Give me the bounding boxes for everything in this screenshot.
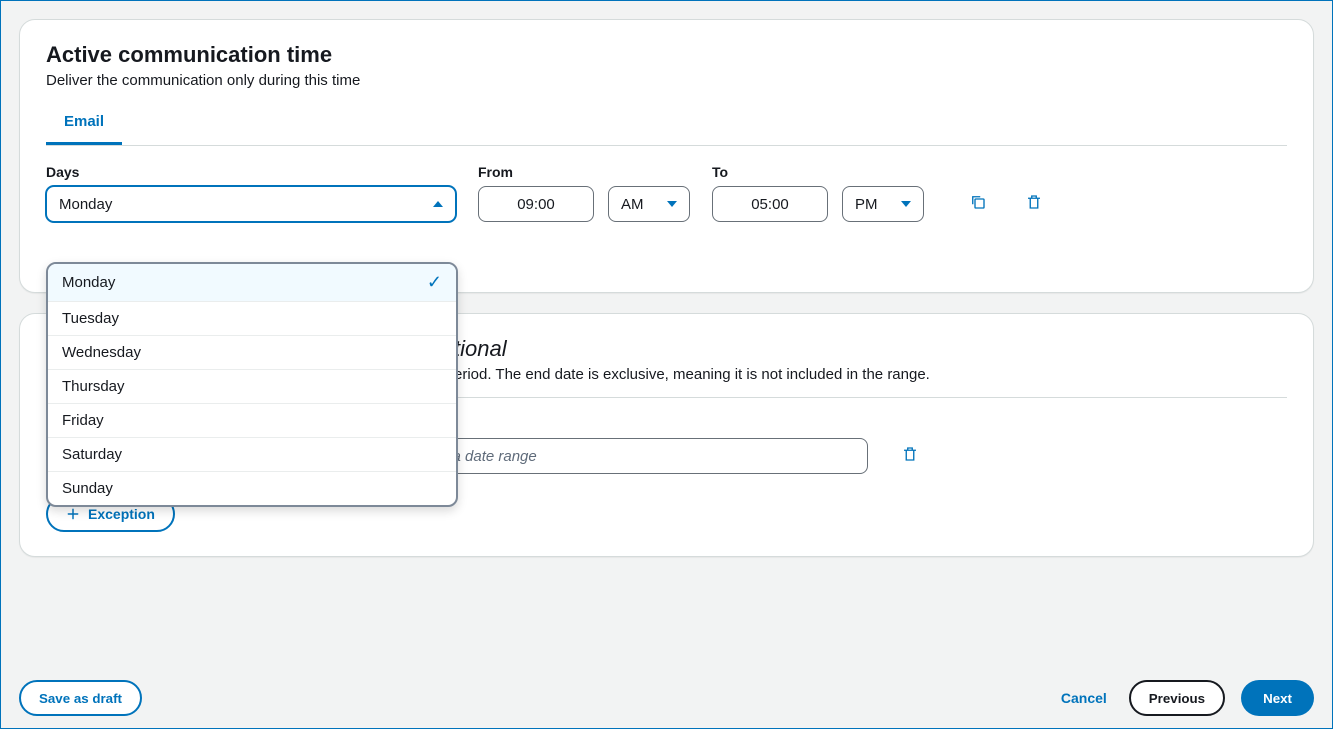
from-ampm-select[interactable]: AM (608, 186, 690, 222)
trash-icon[interactable] (1020, 188, 1048, 216)
to-field: To 05:00 PM (712, 164, 924, 222)
check-icon: ✓ (427, 272, 442, 293)
to-ampm-select[interactable]: PM (842, 186, 924, 222)
previous-button[interactable]: Previous (1129, 680, 1225, 716)
cancel-button[interactable]: Cancel (1055, 682, 1113, 714)
from-time-input[interactable]: 09:00 (478, 186, 594, 222)
next-button[interactable]: Next (1241, 680, 1314, 716)
copy-icon[interactable] (964, 188, 992, 216)
save-as-draft-button[interactable]: Save as draft (19, 680, 142, 716)
days-field: Days Monday (46, 164, 456, 222)
days-option[interactable]: Friday (48, 403, 456, 437)
days-option[interactable]: Tuesday (48, 301, 456, 335)
days-option[interactable]: Saturday (48, 437, 456, 471)
time-row: Days Monday From 09:00 AM To (46, 164, 1287, 222)
days-select[interactable]: Monday (46, 186, 456, 222)
from-field: From 09:00 AM (478, 164, 690, 222)
channel-tabs: Email (46, 103, 1287, 146)
days-option[interactable]: Thursday (48, 369, 456, 403)
to-label: To (712, 164, 924, 180)
card-description: Deliver the communication only during th… (46, 72, 1287, 89)
card2-description: eriod. The end date is exclusive, meanin… (454, 366, 1287, 383)
tab-email[interactable]: Email (46, 103, 122, 145)
caret-down-icon (667, 201, 677, 207)
days-select-value: Monday (59, 196, 112, 213)
active-communication-card: Active communication time Deliver the co… (19, 19, 1314, 293)
days-dropdown[interactable]: Monday✓TuesdayWednesdayThursdayFridaySat… (46, 262, 458, 507)
caret-up-icon (433, 201, 443, 207)
delete-exception-icon[interactable] (896, 440, 924, 468)
days-label: Days (46, 164, 456, 180)
days-option[interactable]: Wednesday (48, 335, 456, 369)
days-option[interactable]: Monday✓ (48, 264, 456, 301)
days-option[interactable]: Sunday (48, 471, 456, 505)
card2-title: tional (454, 336, 1287, 362)
caret-down-icon (901, 201, 911, 207)
card-title: Active communication time (46, 42, 1287, 68)
wizard-footer: Save as draft Cancel Previous Next (19, 680, 1314, 716)
from-label: From (478, 164, 690, 180)
to-time-input[interactable]: 05:00 (712, 186, 828, 222)
plus-icon (66, 507, 80, 521)
